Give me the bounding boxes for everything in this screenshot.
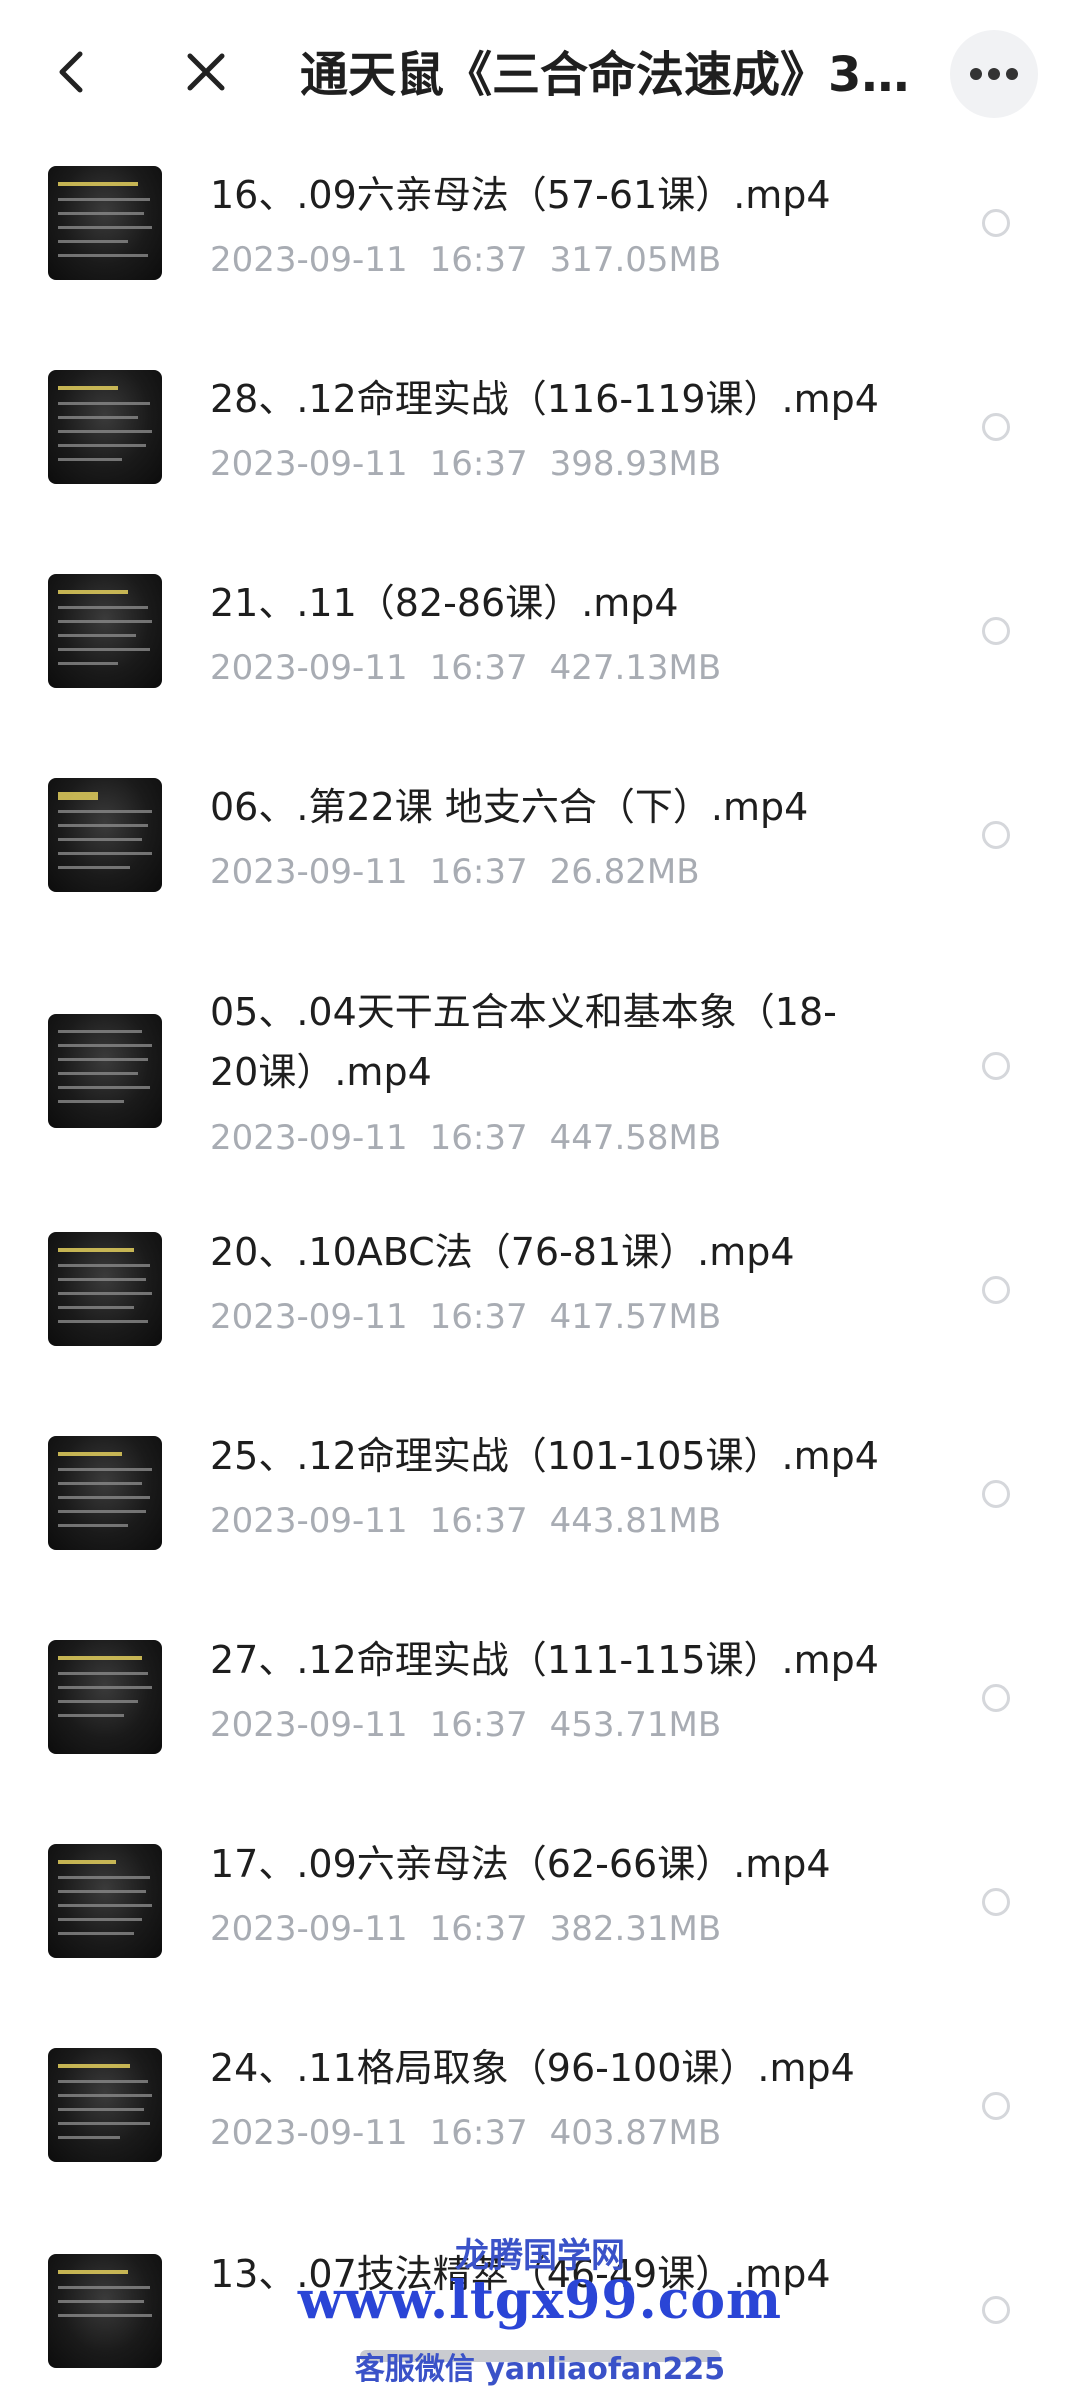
- file-date: 2023-09-11: [210, 2113, 408, 2153]
- top-bar: 通天鼠《三合命法速成》3...: [0, 0, 1080, 150]
- file-time: 16:37: [429, 1501, 528, 1541]
- video-thumbnail: [48, 1232, 162, 1346]
- file-name: 17、.09六亲母法（62-66课）.mp4: [210, 1842, 831, 1886]
- file-size: 398.93MB: [549, 444, 722, 484]
- file-time: 16:37: [429, 648, 528, 688]
- file-meta: 2023-09-11 16:37 427.13MB: [210, 646, 721, 690]
- file-date: 2023-09-11: [210, 1501, 408, 1541]
- file-meta: 2023-09-11 16:37 447.58MB: [210, 1116, 721, 1160]
- select-radio[interactable]: [982, 617, 1010, 645]
- file-row[interactable]: 27、.12命理实战（111-115课）.mp4 2023-09-11 16:37…: [0, 1638, 1080, 1842]
- file-row[interactable]: 17、.09六亲母法（62-66课）.mp4 2023-09-11 16:37 38…: [0, 1842, 1080, 2046]
- video-thumbnail: [48, 1844, 162, 1958]
- file-date: 2023-09-11: [210, 1705, 408, 1745]
- file-meta: 2023-09-11 16:37 317.05MB: [210, 238, 721, 282]
- file-date: 2023-09-11: [210, 240, 408, 280]
- file-name: 05、.04天干五合本义和基本象（18-20课）.mp4: [210, 990, 837, 1094]
- select-radio[interactable]: [982, 1052, 1010, 1080]
- watermark-contact: 客服微信 yanliaofan225: [354, 2352, 726, 2387]
- file-name: 06、.第22课 地支六合（下）.mp4: [210, 785, 809, 829]
- file-time: 16:37: [429, 1705, 528, 1745]
- page-title: 通天鼠《三合命法速成》3...: [300, 47, 910, 103]
- file-name: 28、.12命理实战（116-119课）.mp4: [210, 377, 879, 421]
- file-time: 16:37: [429, 444, 528, 484]
- file-size: 417.57MB: [549, 1297, 722, 1337]
- file-name: 27、.12命理实战（111-115课）.mp4: [210, 1638, 879, 1682]
- file-size: 447.58MB: [549, 1118, 722, 1158]
- back-button[interactable]: [36, 36, 108, 108]
- file-date: 2023-09-11: [210, 1909, 408, 1949]
- file-size: 427.13MB: [549, 648, 722, 688]
- file-meta: 2023-09-11 16:37 403.87MB: [210, 2111, 721, 2155]
- file-size: 317.05MB: [549, 240, 722, 280]
- video-thumbnail: [48, 1014, 162, 1128]
- file-date: 2023-09-11: [210, 444, 408, 484]
- file-row[interactable]: 20、.10ABC法（76-81课）.mp4 2023-09-11 16:37 41…: [0, 1230, 1080, 1434]
- more-horizontal-icon: [970, 68, 1018, 80]
- select-radio[interactable]: [982, 1684, 1010, 1712]
- file-name: 20、.10ABC法（76-81课）.mp4: [210, 1230, 795, 1274]
- close-icon: [187, 53, 225, 91]
- file-name: 21、.11（82-86课）.mp4: [210, 581, 679, 625]
- file-time: 16:37: [429, 240, 528, 280]
- file-meta: 2023-09-11 16:37 453.71MB: [210, 1703, 721, 1747]
- select-radio[interactable]: [982, 2092, 1010, 2120]
- file-time: 16:37: [429, 1297, 528, 1337]
- select-radio[interactable]: [982, 413, 1010, 441]
- file-meta: 2023-09-11 16:37 443.81MB: [210, 1499, 721, 1543]
- file-name: 24、.11格局取象（96-100课）.mp4: [210, 2046, 855, 2090]
- video-thumbnail: [48, 370, 162, 484]
- file-name: 25、.12命理实战（101-105课）.mp4: [210, 1434, 879, 1478]
- video-thumbnail: [48, 778, 162, 892]
- file-meta: 2023-09-11 16:37 382.31MB: [210, 1907, 721, 1951]
- file-date: 2023-09-11: [210, 648, 408, 688]
- close-button[interactable]: [170, 36, 242, 108]
- file-row[interactable]: 24、.11格局取象（96-100课）.mp4 2023-09-11 16:37 4…: [0, 2046, 1080, 2250]
- file-list: 16、.09六亲母法（57-61课）.mp4 2023-09-11 16:37 31…: [0, 150, 1080, 2394]
- file-size: 382.31MB: [549, 1909, 722, 1949]
- file-meta: 2023-09-11 16:37 417.57MB: [210, 1295, 721, 1339]
- file-date: 2023-09-11: [210, 852, 408, 892]
- select-radio[interactable]: [982, 821, 1010, 849]
- file-row[interactable]: 28、.12命理实战（116-119课）.mp4 2023-09-11 16:37…: [0, 354, 1080, 558]
- file-date: 2023-09-11: [210, 1297, 408, 1337]
- file-row[interactable]: 16、.09六亲母法（57-61课）.mp4 2023-09-11 16:37 31…: [0, 150, 1080, 354]
- file-name: 16、.09六亲母法（57-61课）.mp4: [210, 173, 831, 217]
- video-thumbnail: [48, 166, 162, 280]
- watermark-url: www.ltgx99.com: [297, 2270, 783, 2331]
- file-meta: 2023-09-11 16:37 26.82MB: [210, 850, 700, 894]
- chevron-left-icon: [59, 51, 83, 93]
- file-time: 16:37: [429, 1118, 528, 1158]
- file-row[interactable]: 05、.04天干五合本义和基本象（18-20课）.mp4 2023-09-11 1…: [0, 966, 1080, 1230]
- file-time: 16:37: [429, 1909, 528, 1949]
- select-radio[interactable]: [982, 1888, 1010, 1916]
- video-thumbnail: [48, 2048, 162, 2162]
- video-thumbnail: [48, 574, 162, 688]
- file-size: 443.81MB: [549, 1501, 722, 1541]
- select-radio[interactable]: [982, 209, 1010, 237]
- file-row[interactable]: 21、.11（82-86课）.mp4 2023-09-11 16:37 427.13…: [0, 558, 1080, 762]
- file-time: 16:37: [429, 852, 528, 892]
- file-date: 2023-09-11: [210, 1118, 408, 1158]
- file-size: 453.71MB: [549, 1705, 722, 1745]
- file-size: 26.82MB: [549, 852, 700, 892]
- select-radio[interactable]: [982, 1276, 1010, 1304]
- video-thumbnail: [48, 1640, 162, 1754]
- file-row[interactable]: 25、.12命理实战（101-105课）.mp4 2023-09-11 16:37…: [0, 1434, 1080, 1638]
- more-button[interactable]: [950, 30, 1038, 118]
- file-size: 403.87MB: [549, 2113, 722, 2153]
- video-thumbnail: [48, 1436, 162, 1550]
- file-time: 16:37: [429, 2113, 528, 2153]
- select-radio[interactable]: [982, 1480, 1010, 1508]
- file-meta: 2023-09-11 16:37 398.93MB: [210, 442, 721, 486]
- file-row[interactable]: 06、.第22课 地支六合（下）.mp4 2023-09-11 16:37 26.8…: [0, 762, 1080, 966]
